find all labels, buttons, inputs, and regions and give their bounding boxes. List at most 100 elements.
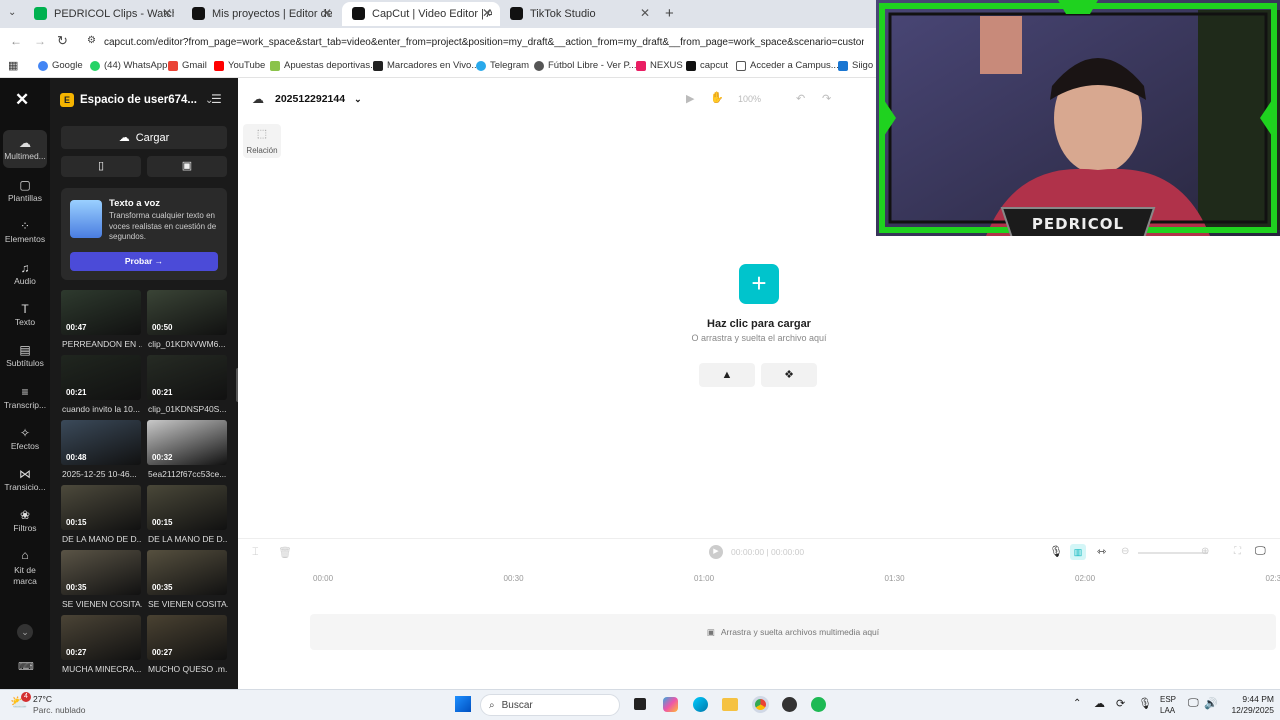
weather-temp[interactable]: 27°C [33, 694, 52, 704]
nav-efectos[interactable]: ✧ Efectos [3, 426, 47, 451]
zoom-level[interactable]: 100% [738, 94, 761, 104]
media-thumbnail[interactable]: 00:35 [61, 550, 141, 595]
google-drive-button[interactable]: ▲ [699, 363, 755, 387]
bookmark-campus[interactable]: Acceder a Campus... [736, 60, 839, 71]
nav-transiciones[interactable]: ⋈ Transicio... [3, 467, 47, 492]
bookmark-google[interactable]: Google [38, 60, 83, 71]
sync-icon[interactable]: ⟳ [1116, 697, 1125, 710]
url-field[interactable]: capcut.com/editor?from_page=work_space&s… [104, 37, 864, 48]
reload-icon[interactable]: ↻ [57, 33, 68, 49]
site-info-icon[interactable]: ⚙ [87, 35, 96, 46]
nav-filtros[interactable]: ❀ Filtros [3, 508, 47, 533]
bookmark-gmail[interactable]: Gmail [168, 60, 207, 71]
nav-kit-de-marca[interactable]: ⌂ Kit de marca [3, 549, 47, 587]
apps-grid-icon[interactable]: ▦ [8, 59, 18, 72]
media-thumbnail[interactable]: 00:15 [147, 485, 227, 530]
monitor-icon[interactable]: 🖵 [1255, 545, 1266, 558]
capcut-logo-icon[interactable]: ✕ [15, 90, 29, 110]
close-icon[interactable]: ✕ [162, 6, 172, 20]
auto-snap-icon[interactable]: ▥ [1070, 544, 1086, 560]
taskbar-search[interactable]: ⌕ Buscar [480, 694, 620, 716]
bookmark-apuestas[interactable]: Apuestas deportivas... [270, 60, 378, 71]
media-thumbnail[interactable]: 00:32 [147, 420, 227, 465]
edge-icon[interactable] [693, 697, 708, 712]
nav-multimedia[interactable]: ☁ Multimed... [3, 130, 47, 168]
bookmark-capcut[interactable]: capcut [686, 60, 728, 71]
undo-icon[interactable]: ↶ [796, 92, 805, 105]
microphone-tray-icon[interactable]: 🎙 [1138, 697, 1152, 710]
dropbox-button[interactable]: ❖ [761, 363, 817, 387]
select-tool-icon[interactable]: ▶ [686, 92, 694, 105]
nav-plantillas[interactable]: ▢ Plantillas [3, 178, 47, 203]
tab-mis-proyectos[interactable]: Mis proyectos | Editor de video ✕ [182, 2, 340, 26]
close-icon[interactable]: ✕ [482, 6, 492, 20]
lang-top[interactable]: ESP [1160, 695, 1176, 704]
more-chevron-button[interactable]: ⌄ [17, 624, 33, 640]
task-view-icon[interactable] [634, 698, 646, 710]
fit-icon[interactable]: ⛶ [1234, 546, 1241, 557]
timeline-drop-zone[interactable]: ▣ Arrastra y suelta archivos multimedia a… [310, 614, 1276, 650]
media-thumbnail[interactable]: 00:21 [147, 355, 227, 400]
file-explorer-icon[interactable] [722, 698, 738, 711]
project-name[interactable]: 202512292144 ⌄ [275, 93, 362, 105]
forward-icon[interactable]: → [34, 34, 46, 48]
media-thumbnail[interactable]: 00:21 [61, 355, 141, 400]
keyboard-icon[interactable]: ⌨ [18, 660, 34, 673]
media-thumbnail[interactable]: 00:15 [61, 485, 141, 530]
split-scene-icon[interactable]: ⇿ [1097, 545, 1106, 558]
play-icon[interactable]: ▶ [709, 545, 723, 559]
bookmark-youtube[interactable]: YouTube [214, 60, 265, 71]
redo-icon[interactable]: ↷ [822, 92, 831, 105]
nav-subtitulos[interactable]: ▤ Subtítulos [3, 343, 47, 368]
split-icon[interactable]: ⌶ [252, 546, 259, 559]
nav-elementos[interactable]: ⁘ Elementos [3, 219, 47, 244]
delete-icon[interactable]: 🗑 [278, 546, 292, 559]
microphone-icon[interactable]: 🎙 [1049, 545, 1063, 558]
upload-button[interactable]: ☁ Cargar [61, 126, 227, 149]
tab-capcut-editor[interactable]: CapCut | Video Editor | All-In-O ✕ [342, 2, 500, 26]
lang-bottom[interactable]: LAA [1160, 706, 1175, 715]
aspect-ratio-button[interactable]: ⬚ Relación [243, 124, 281, 158]
media-thumbnail[interactable]: 00:48 [61, 420, 141, 465]
close-icon[interactable]: ✕ [640, 6, 650, 20]
display-icon[interactable]: 🖵 [1188, 697, 1199, 710]
bookmark-futbol-libre[interactable]: Fútbol Libre - Ver P... [534, 60, 637, 71]
media-thumbnail[interactable]: 00:47 [61, 290, 141, 335]
nav-transcripcion[interactable]: ≡ Transcrip... [3, 385, 47, 410]
bookmark-nexus[interactable]: NEXUS [636, 60, 683, 71]
phone-upload-button[interactable]: ▯ [61, 156, 141, 177]
record-screen-button[interactable]: ▣ [147, 156, 227, 177]
tab-list-chevron-icon[interactable]: ⌄ [8, 7, 16, 18]
media-thumbnail[interactable]: 00:50 [147, 290, 227, 335]
media-thumbnail[interactable]: 00:27 [61, 615, 141, 660]
windows-start-icon[interactable] [455, 696, 471, 712]
onedrive-icon[interactable]: ☁ [1094, 697, 1105, 710]
spotify-icon[interactable] [811, 697, 826, 712]
collapse-panel-icon[interactable]: ☰ [211, 92, 222, 106]
zoom-slider[interactable] [1138, 552, 1208, 554]
zoom-out-icon[interactable]: ⊖ [1121, 546, 1129, 557]
obs-icon[interactable] [782, 697, 797, 712]
bookmark-telegram[interactable]: Telegram [476, 60, 529, 71]
chrome-icon[interactable] [752, 696, 769, 713]
nav-texto[interactable]: T Texto [3, 302, 47, 327]
clock-time[interactable]: 9:44 PM [1226, 694, 1274, 704]
bookmark-marcadores[interactable]: Marcadores en Vivo... [373, 60, 479, 71]
tab-pedricol[interactable]: PEDRICOL Clips - Watch Live o ✕ [24, 2, 180, 26]
workspace-switcher[interactable]: E Espacio de user674... ⌄ [60, 91, 230, 109]
bookmark-whatsapp[interactable]: (44) WhatsApp [90, 60, 167, 71]
hand-tool-icon[interactable]: ✋ [710, 91, 724, 104]
back-icon[interactable]: ← [10, 34, 22, 48]
media-thumbnail[interactable]: 00:35 [147, 550, 227, 595]
promo-try-button[interactable]: Probar → [70, 252, 218, 271]
zoom-in-icon[interactable]: ⊕ [1201, 546, 1209, 557]
add-media-button[interactable]: + [739, 264, 779, 304]
tab-tiktok-studio[interactable]: TikTok Studio ✕ [500, 2, 658, 26]
nav-audio[interactable]: ♫ Audio [3, 261, 47, 286]
copilot-icon[interactable] [663, 697, 678, 712]
new-tab-button[interactable]: + [665, 5, 674, 22]
media-thumbnail[interactable]: 00:27 [147, 615, 227, 660]
chevron-up-icon[interactable]: ⌃ [1073, 698, 1081, 709]
clock-date[interactable]: 12/29/2025 [1216, 705, 1274, 715]
close-icon[interactable]: ✕ [322, 6, 332, 20]
